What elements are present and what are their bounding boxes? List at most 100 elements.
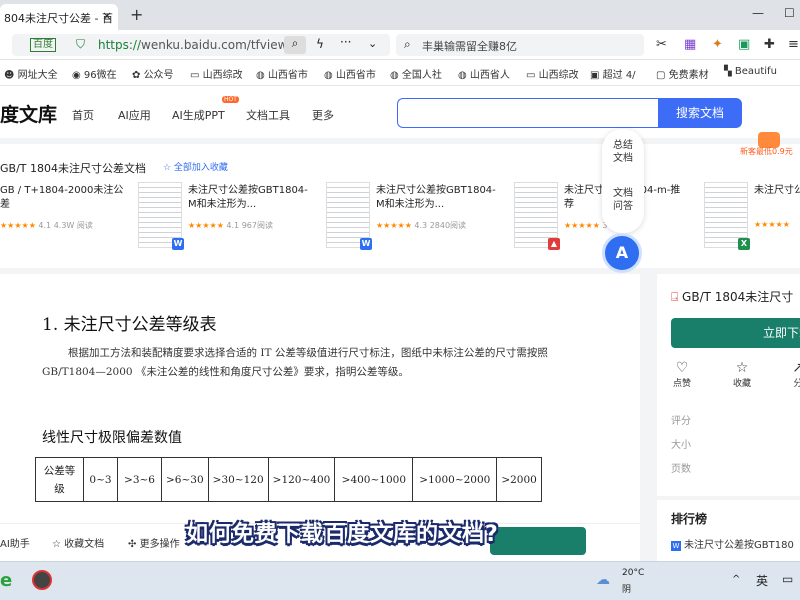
nav-ai-apps[interactable]: AI应用: [118, 107, 151, 123]
like-button[interactable]: ♡ 点赞: [667, 360, 697, 389]
site-logo[interactable]: 度文库: [0, 100, 57, 127]
minimize-button[interactable]: —: [752, 6, 764, 20]
bookmark-item[interactable]: ◍ 山西省人: [458, 66, 510, 81]
bookmark-item[interactable]: ◍ 山西省市: [324, 66, 376, 81]
bookmark-item[interactable]: ☻ 网址大全: [4, 66, 58, 81]
tray-chevron-icon[interactable]: ^: [732, 574, 740, 585]
lightning-icon[interactable]: ϟ: [316, 37, 324, 51]
rating-stars: ★★★★★: [188, 221, 224, 230]
maximize-button[interactable]: ☐: [784, 6, 795, 20]
doc-search-input[interactable]: [397, 98, 659, 128]
table-cell: >120~400: [267, 457, 336, 502]
table-cell: 0~3: [83, 457, 118, 502]
bottom-download-button[interactable]: [490, 527, 586, 555]
browser-search-box[interactable]: ⌕ 丰巢输需留全赚8亿: [396, 34, 644, 56]
meta-rating-label: 评分: [671, 416, 691, 427]
meta-pages-label: 页数: [671, 464, 691, 475]
meta-size-label: 大小: [671, 440, 691, 451]
related-doc-card[interactable]: X 未注尺寸公差... ★★★★★: [704, 182, 800, 252]
bookmark-item[interactable]: ◍ 山西省市: [256, 66, 308, 81]
table-cell: >3~6: [117, 457, 162, 502]
url-text: https://wenku.baidu.com/tfview/0a: [98, 38, 307, 52]
monitor-icon[interactable]: ▭: [782, 572, 793, 586]
related-doc-card[interactable]: W 未注尺寸公差按GBT1804-M和未注形为... ★★★★★ 4.3 284…: [326, 182, 506, 252]
app-icon[interactable]: [32, 570, 52, 590]
favorite-button[interactable]: ☆ 收藏: [727, 360, 757, 389]
tab-title: 804未注尺寸公差 - 百: [4, 12, 113, 25]
card-title: GB / T+1804-2000未注公差: [0, 185, 124, 210]
more-icon[interactable]: ···: [340, 35, 351, 49]
bookmark-item[interactable]: ◉ 96微在: [72, 66, 117, 81]
bookmark-item[interactable]: ▢ 免费素材: [656, 66, 709, 81]
summarize-doc-button[interactable]: 总结文档: [610, 139, 636, 165]
add-all-favorites-link[interactable]: ☆ 全部加入收藏: [163, 160, 228, 173]
new-tab-button[interactable]: +: [130, 5, 143, 24]
bookmark-item[interactable]: ▚ Beautifu: [724, 66, 777, 77]
weather-temp[interactable]: 20°C: [622, 568, 644, 578]
game-extension-icon[interactable]: ✦: [712, 37, 723, 52]
reader-extension-icon[interactable]: ▣: [738, 37, 750, 52]
nav-ai-ppt[interactable]: AI生成PPT: [172, 107, 225, 123]
card-title: 未注尺寸公差按GBT1804-M和未注形为...: [376, 185, 496, 210]
card-title: 未注尺寸公差按GBT1804-M和未注形为...: [188, 185, 308, 210]
search-text: 丰巢输需留全赚8亿: [422, 40, 517, 53]
download-now-button[interactable]: 立即下载: [671, 318, 800, 348]
puzzle-icon[interactable]: ✚: [764, 37, 775, 52]
ranking-item[interactable]: W 未注尺寸公差按GBT180: [671, 536, 794, 551]
chevron-down-icon[interactable]: ⌄: [368, 37, 377, 50]
browser-tab-active[interactable]: 804未注尺寸公差 - 百 ×: [0, 4, 118, 30]
doc-thumbnail: X: [704, 182, 750, 250]
rating-value: 4.1: [226, 221, 240, 230]
bookmark-item[interactable]: ▭ 山西综改: [190, 66, 243, 81]
related-doc-card[interactable]: W 未注尺寸公差按GBT1804-M和未注形为... ★★★★★ 4.1 967…: [138, 182, 318, 252]
doc-thumbnail: W: [326, 182, 372, 250]
bookmark-item[interactable]: ▣ 超过 4/: [590, 66, 636, 81]
word-file-icon: W: [671, 541, 681, 551]
doc-info-panel: ⍈ GB/T 1804未注尺寸 立即下载 ♡点赞 ☆收藏 ↗分 评分 大小 页数: [657, 274, 800, 496]
related-doc-card[interactable]: GB / T+1804-2000未注公差 ★★★★★ 4.1 4.3W 阅读: [0, 182, 130, 252]
promo-text[interactable]: 新客最低0.9元: [740, 146, 793, 157]
browser-app-icon[interactable]: e: [0, 570, 12, 591]
table-cell: 公差等级: [35, 457, 84, 502]
cloud-icon: ☁: [596, 572, 610, 588]
site-badge: 百度: [30, 38, 56, 52]
doc-heading: 1. 未注尺寸公差等级表: [42, 315, 217, 335]
doc-subheading: 线性尺寸极限偏差数值: [42, 430, 182, 446]
bookmark-item[interactable]: ◍ 全国人社: [390, 66, 442, 81]
menu-icon[interactable]: ≡: [788, 37, 799, 52]
address-bar[interactable]: 百度 ⛉ https://wenku.baidu.com/tfview/0a ⌕…: [12, 34, 390, 56]
nav-home[interactable]: 首页: [72, 107, 94, 123]
weather-desc[interactable]: 阴: [622, 582, 631, 595]
address-bar-row: 百度 ⛉ https://wenku.baidu.com/tfview/0a ⌕…: [0, 30, 800, 60]
video-caption: 如何免费下载百度文库的文档?: [186, 522, 499, 547]
bookmark-item[interactable]: ▭ 山西综改: [526, 66, 579, 81]
ai-assistant-icon[interactable]: A: [602, 233, 642, 273]
more-actions-button[interactable]: ✣ 更多操作: [128, 535, 180, 550]
zoom-icon[interactable]: ⌕: [284, 36, 306, 54]
pdf-file-icon: ▲: [548, 238, 560, 250]
grid-extension-icon[interactable]: ▦: [684, 37, 696, 52]
card-title: 未注尺寸公差...: [754, 185, 800, 196]
favorite-doc-button[interactable]: ☆ 收藏文档: [52, 535, 104, 550]
word-file-icon: W: [360, 238, 372, 250]
doc-paragraph: 根据加工方法和装配精度要求选择合适的 IT 公差等级值进行尺寸标注，图纸中未标注…: [42, 347, 548, 378]
scissors-icon[interactable]: ✂: [656, 37, 667, 52]
table-cell: >2000: [496, 457, 542, 502]
related-docs-strip: GB/T 1804未注尺寸公差文档 ☆ 全部加入收藏 新客最低0.9元 GB /…: [0, 132, 800, 268]
excel-file-icon: X: [738, 238, 750, 250]
rating-stars: ★★★★★: [564, 221, 600, 230]
bookmark-item[interactable]: ✿ 公众号: [132, 66, 174, 81]
doc-thumbnail: W: [138, 182, 184, 250]
search-docs-button[interactable]: 搜索文档: [658, 98, 742, 128]
ai-helper-button[interactable]: AI助手: [0, 535, 30, 550]
tab-close-icon[interactable]: ×: [102, 9, 112, 23]
search-icon: ⌕: [404, 37, 411, 51]
share-button[interactable]: ↗ 分: [783, 360, 800, 389]
nav-doc-tools[interactable]: 文档工具: [246, 107, 290, 123]
rating-value: 4.1: [38, 221, 52, 230]
ime-indicator[interactable]: 英: [756, 572, 768, 589]
table-cell: >6~30: [161, 457, 209, 502]
pdf-icon: ⍈: [671, 290, 679, 304]
nav-more[interactable]: 更多: [312, 107, 334, 123]
doc-qa-button[interactable]: 文档问答: [610, 187, 636, 213]
